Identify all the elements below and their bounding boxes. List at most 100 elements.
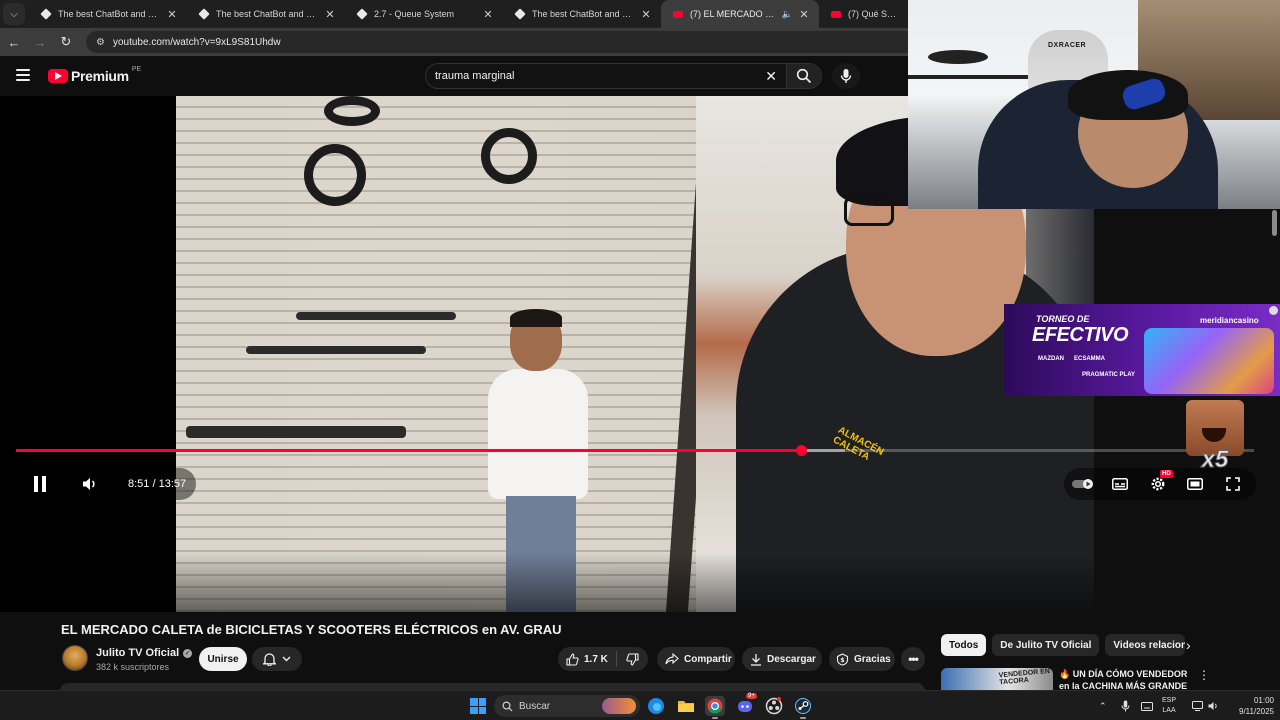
notifications-button[interactable] (252, 647, 302, 671)
steam-icon[interactable] (793, 696, 813, 716)
subscriber-count: 382 k suscriptores (96, 662, 170, 672)
display-icon[interactable] (1192, 691, 1203, 720)
more-vertical-icon[interactable]: ⋮ (1198, 668, 1210, 682)
close-icon[interactable]: ✕ (323, 8, 337, 21)
browser-tab[interactable]: The best ChatBot and Widgets ✕ (503, 0, 661, 28)
thumbs-up-icon (566, 652, 579, 666)
youtube-logo[interactable]: Premium PE (48, 66, 141, 84)
mute-button[interactable] (72, 468, 108, 500)
tire-image (324, 96, 380, 126)
windows-start-icon[interactable] (470, 698, 486, 714)
lang-line-2: LAA (1162, 707, 1176, 714)
scooter-handle (246, 346, 426, 354)
share-button[interactable]: Compartir (657, 647, 735, 671)
chip-all[interactable]: Todos (941, 634, 987, 656)
scooter-handle (186, 426, 406, 438)
windows-taskbar: Buscar 9+ ⌃ ESP LAA 01:00 9/11/2025 (0, 690, 1280, 720)
pause-button[interactable] (18, 468, 62, 500)
search-button[interactable] (786, 63, 822, 89)
download-button[interactable]: Descargar (742, 647, 822, 671)
browser-tab[interactable]: 2.7 - Queue System ✕ (345, 0, 503, 28)
keyboard-tray-glyph (1141, 701, 1153, 711)
chrome-logo (707, 698, 723, 714)
emote-sticker: x5 (1184, 400, 1246, 476)
tab-search-button[interactable]: ⌵ (3, 3, 25, 25)
ad-info-icon[interactable] (1269, 306, 1278, 315)
reload-icon[interactable]: ↻ (54, 34, 78, 50)
related-video-title[interactable]: 🔥 UN DÍA CÓMO VENDEDOR en la CACHINA MÁS… (1059, 668, 1189, 690)
progress-bar[interactable] (16, 445, 1254, 456)
search-input[interactable]: trauma marginal ✕ (425, 63, 787, 89)
thanks-button[interactable]: $ Gracias (829, 647, 895, 671)
thanks-label: Gracias (854, 653, 891, 665)
tire-image (304, 144, 366, 206)
discord-icon[interactable]: 9+ (735, 693, 757, 716)
tray-overflow-icon[interactable]: ⌃ (1099, 691, 1107, 720)
close-icon[interactable]: ✕ (639, 8, 653, 21)
gear-icon (1151, 477, 1165, 491)
clear-icon[interactable]: ✕ (765, 68, 777, 85)
like-button[interactable]: 1.7 K (558, 647, 616, 671)
browser-tab[interactable]: (7) Qué Sucede Rea (819, 0, 909, 28)
tab-title: (7) Qué Sucede Rea (848, 9, 901, 19)
more-horizontal-icon: ••• (908, 652, 919, 666)
download-icon (751, 653, 761, 666)
chrome-icon[interactable] (705, 696, 725, 716)
file-explorer-icon[interactable] (676, 696, 696, 716)
chip-related[interactable]: Videos relacionad (1105, 634, 1186, 656)
pause-icon (34, 476, 46, 492)
close-icon[interactable]: ✕ (481, 8, 495, 21)
back-arrow-icon[interactable]: ← (2, 35, 26, 50)
site-info-icon[interactable]: ⚙ (96, 37, 105, 48)
hd-badge: HD (1160, 470, 1173, 478)
system-clock[interactable]: 01:00 9/11/2025 (1224, 695, 1274, 717)
input-language-indicator[interactable]: ESP LAA (1162, 696, 1176, 716)
obs-icon[interactable] (764, 696, 784, 716)
dislike-button[interactable] (617, 647, 648, 671)
voice-search-button[interactable] (832, 63, 860, 89)
like-count: 1.7 K (584, 653, 608, 665)
casino-ad-banner[interactable]: TORNEO DE EFECTIVO meridiancasino MAZDAN… (1004, 304, 1280, 396)
browser-tab[interactable]: The best ChatBot and Widgets ✕ (29, 0, 187, 28)
more-actions-button[interactable]: ••• (901, 647, 925, 671)
wall-decal (928, 50, 988, 64)
chip-from-channel[interactable]: De Julito TV Oficial (992, 634, 1100, 656)
chevron-down-icon (282, 656, 291, 662)
channel-name-link[interactable]: Julito TV Oficial ✓ (96, 647, 193, 659)
glasses (844, 196, 894, 226)
edge-icon[interactable] (646, 696, 666, 716)
close-icon[interactable]: ✕ (165, 8, 179, 21)
tab-title: The best ChatBot and Widgets (58, 9, 161, 19)
close-icon[interactable]: ✕ (797, 8, 811, 21)
progress-scrubber-handle[interactable] (795, 445, 807, 456)
autoplay-toggle[interactable] (1068, 468, 1100, 500)
browser-tab[interactable]: The best ChatBot and Widgets ✕ (187, 0, 345, 28)
volume-icon (83, 478, 95, 490)
download-label: Descargar (767, 653, 816, 665)
forward-arrow-icon[interactable]: → (28, 35, 52, 50)
diamond-icon (198, 8, 210, 20)
wall-decal (908, 75, 1028, 79)
controls-gradient (0, 552, 1094, 612)
chevron-right-icon[interactable]: › (1186, 637, 1191, 653)
join-button[interactable]: Unirse (199, 647, 247, 671)
obs-logo (765, 697, 783, 715)
screen: ⌵ The best ChatBot and Widgets ✕ The bes… (0, 0, 1280, 720)
ad-artwork (1144, 328, 1274, 394)
tab-title: (7) EL MERCADO CALETA de (690, 9, 779, 19)
subtitles-button[interactable] (1104, 468, 1136, 500)
mic-tray-glyph (1121, 700, 1130, 712)
speaker-tray-glyph (1208, 702, 1217, 710)
related-video-thumbnail[interactable]: VENDEDOR EN TACORA (941, 668, 1053, 690)
browser-tab-active[interactable]: (7) EL MERCADO CALETA de 🔈 ✕ (661, 0, 819, 28)
keyboard-icon[interactable] (1141, 691, 1153, 720)
speaker-icon[interactable] (1208, 691, 1219, 720)
speaker-icon[interactable]: 🔈 (782, 9, 793, 20)
channel-avatar[interactable] (62, 645, 88, 671)
menu-icon[interactable] (16, 69, 30, 81)
shop-wall (176, 96, 696, 612)
microphone-icon[interactable] (1121, 691, 1130, 720)
share-label: Compartir (684, 653, 732, 665)
taskbar-search[interactable]: Buscar (494, 695, 640, 717)
scrollbar-thumb[interactable] (1272, 210, 1277, 236)
